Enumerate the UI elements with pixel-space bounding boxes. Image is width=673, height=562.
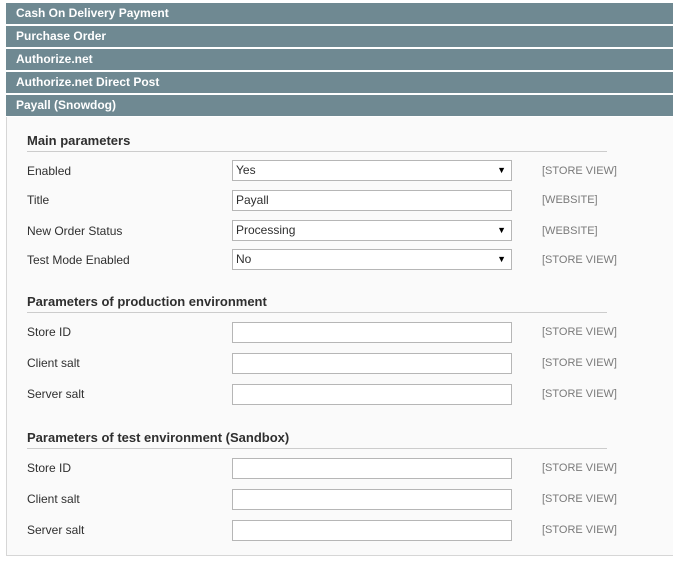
sandbox-server-salt-label: Server salt bbox=[27, 523, 85, 537]
sandbox-parameters-legend: Parameters of test environment (Sandbox) bbox=[27, 430, 607, 449]
sandbox-store-id-scope: [STORE VIEW] bbox=[542, 462, 617, 474]
chevron-down-icon: ▼ bbox=[497, 165, 506, 175]
new-order-status-select[interactable]: Processing ▼ bbox=[232, 220, 512, 241]
title-input[interactable]: Payall bbox=[232, 190, 512, 211]
test-mode-scope: [STORE VIEW] bbox=[542, 254, 617, 266]
section-header-authorize-net[interactable]: Authorize.net bbox=[6, 48, 673, 70]
enabled-scope: [STORE VIEW] bbox=[542, 165, 617, 177]
main-parameters-legend: Main parameters bbox=[27, 133, 607, 152]
production-client-salt-input[interactable] bbox=[232, 353, 512, 374]
section-header-payall[interactable]: Payall (Snowdog) bbox=[6, 94, 673, 116]
sandbox-server-salt-scope: [STORE VIEW] bbox=[542, 524, 617, 536]
production-client-salt-scope: [STORE VIEW] bbox=[542, 357, 617, 369]
production-store-id-scope: [STORE VIEW] bbox=[542, 326, 617, 338]
production-server-salt-label: Server salt bbox=[27, 387, 85, 401]
section-header-purchase-order[interactable]: Purchase Order bbox=[6, 25, 673, 47]
test-mode-label: Test Mode Enabled bbox=[27, 253, 130, 267]
enabled-select-value: Yes bbox=[236, 163, 256, 177]
chevron-down-icon: ▼ bbox=[497, 254, 506, 264]
sandbox-client-salt-scope: [STORE VIEW] bbox=[542, 493, 617, 505]
test-mode-select[interactable]: No ▼ bbox=[232, 249, 512, 270]
new-order-status-value: Processing bbox=[236, 223, 296, 237]
test-mode-value: No bbox=[236, 252, 252, 266]
section-header-authorize-net-direct-post[interactable]: Authorize.net Direct Post bbox=[6, 71, 673, 93]
production-server-salt-input[interactable] bbox=[232, 384, 512, 405]
production-server-salt-scope: [STORE VIEW] bbox=[542, 388, 617, 400]
section-header-cash-on-delivery[interactable]: Cash On Delivery Payment bbox=[6, 2, 673, 24]
production-store-id-input[interactable] bbox=[232, 322, 512, 343]
enabled-select[interactable]: Yes ▼ bbox=[232, 160, 512, 181]
title-scope: [WEBSITE] bbox=[542, 194, 598, 206]
production-store-id-label: Store ID bbox=[27, 325, 72, 339]
new-order-status-label: New Order Status bbox=[27, 224, 123, 238]
chevron-down-icon: ▼ bbox=[497, 225, 506, 235]
sandbox-client-salt-label: Client salt bbox=[27, 492, 80, 506]
new-order-status-scope: [WEBSITE] bbox=[542, 225, 598, 237]
sandbox-server-salt-input[interactable] bbox=[232, 520, 512, 541]
sandbox-store-id-input[interactable] bbox=[232, 458, 512, 479]
title-label: Title bbox=[27, 193, 50, 207]
sandbox-client-salt-input[interactable] bbox=[232, 489, 512, 510]
enabled-label: Enabled bbox=[27, 164, 72, 178]
production-client-salt-label: Client salt bbox=[27, 356, 80, 370]
production-parameters-legend: Parameters of production environment bbox=[27, 294, 607, 313]
sandbox-store-id-label: Store ID bbox=[27, 461, 72, 475]
